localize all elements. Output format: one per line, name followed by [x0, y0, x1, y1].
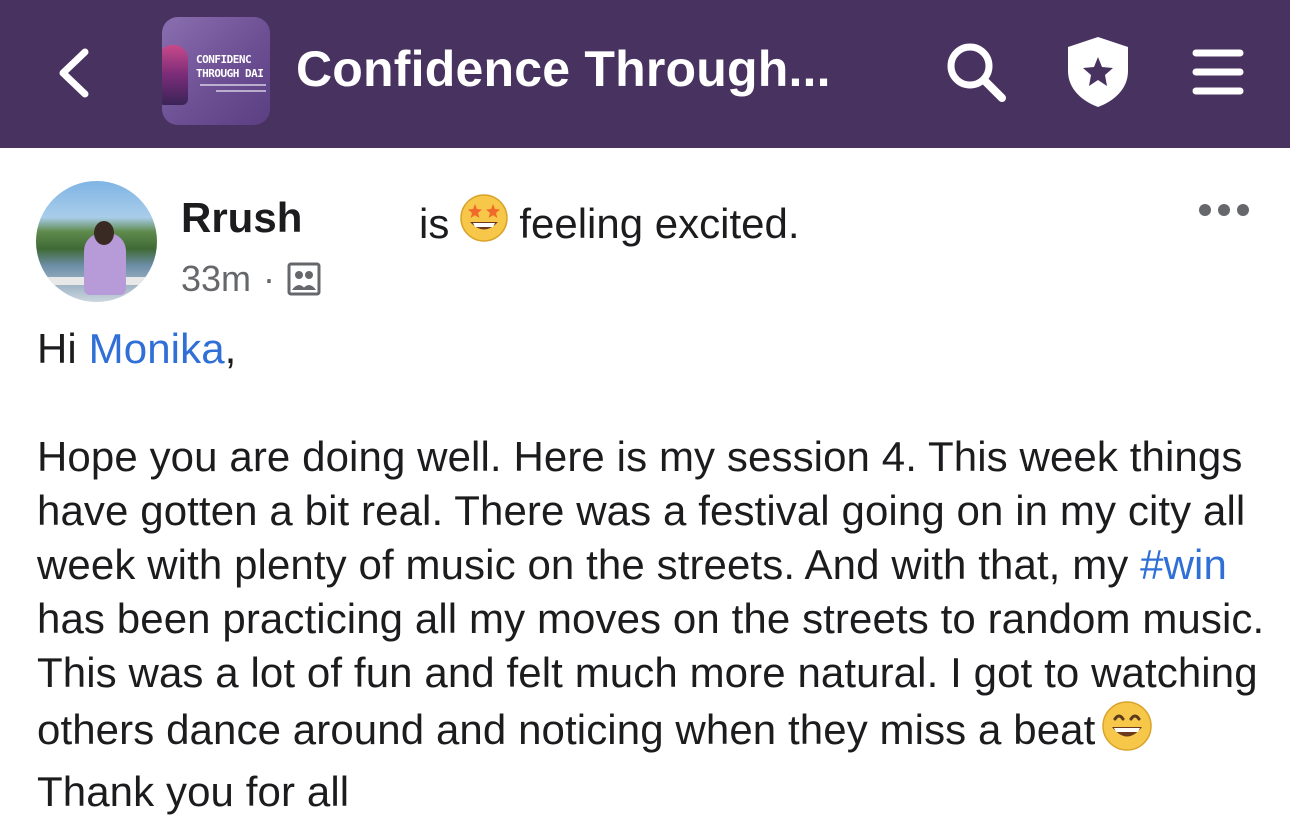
feeling-status[interactable]: is feeling excited. — [419, 193, 800, 254]
thumbnail-fine-print — [216, 90, 266, 92]
post-greeting: Hi Monika, — [37, 322, 1267, 376]
feeling-prefix: is — [419, 199, 450, 247]
body-text-part2: has been practicing all my moves on the … — [37, 595, 1265, 753]
post-meta: 33m · — [181, 257, 321, 301]
search-icon — [947, 43, 1006, 102]
author-avatar[interactable] — [36, 181, 157, 302]
body-text-part3: Thank you for all — [37, 768, 350, 815]
mention-link[interactable]: Monika — [89, 325, 225, 372]
thumbnail-dancer-figure — [162, 45, 188, 105]
more-options-button[interactable] — [1192, 192, 1256, 228]
post-time[interactable]: 33m — [181, 257, 251, 301]
feeling-text: feeling excited. — [519, 199, 800, 247]
admin-tools-button[interactable] — [1060, 34, 1136, 110]
search-button[interactable] — [938, 34, 1014, 110]
grinning-face-emoji-icon — [1101, 700, 1153, 765]
star-struck-emoji-icon — [459, 193, 509, 254]
chevron-left-icon — [59, 48, 89, 98]
thumbnail-text-line2: THROUGH DAI — [196, 67, 264, 80]
post-paragraph: Hope you are doing well. Here is my sess… — [37, 430, 1267, 819]
greeting-hi: Hi — [37, 325, 77, 372]
meta-separator: · — [263, 258, 276, 299]
group-audience-icon — [287, 262, 321, 296]
menu-button[interactable] — [1180, 34, 1256, 110]
more-dots-icon — [1199, 204, 1249, 216]
post-body: Hi Monika, Hope you are doing well. Here… — [37, 322, 1267, 819]
avatar-head — [94, 221, 114, 245]
group-title[interactable]: Confidence Through... — [296, 38, 831, 100]
hamburger-menu-icon — [1192, 49, 1244, 95]
thumbnail-text-line1: CONFIDENC — [196, 53, 252, 66]
group-thumbnail[interactable]: CONFIDENC THROUGH DAI — [162, 17, 270, 125]
author-name[interactable]: Rrush — [181, 194, 302, 242]
back-button[interactable] — [44, 40, 104, 106]
shield-star-icon — [1068, 37, 1128, 107]
hashtag-link[interactable]: #win — [1140, 541, 1227, 588]
group-header-bar: CONFIDENC THROUGH DAI Confidence Through… — [0, 0, 1290, 148]
greeting-comma: , — [224, 325, 237, 372]
body-text-part1: Hope you are doing well. Here is my sess… — [37, 433, 1246, 588]
thumbnail-fine-print — [200, 84, 266, 86]
